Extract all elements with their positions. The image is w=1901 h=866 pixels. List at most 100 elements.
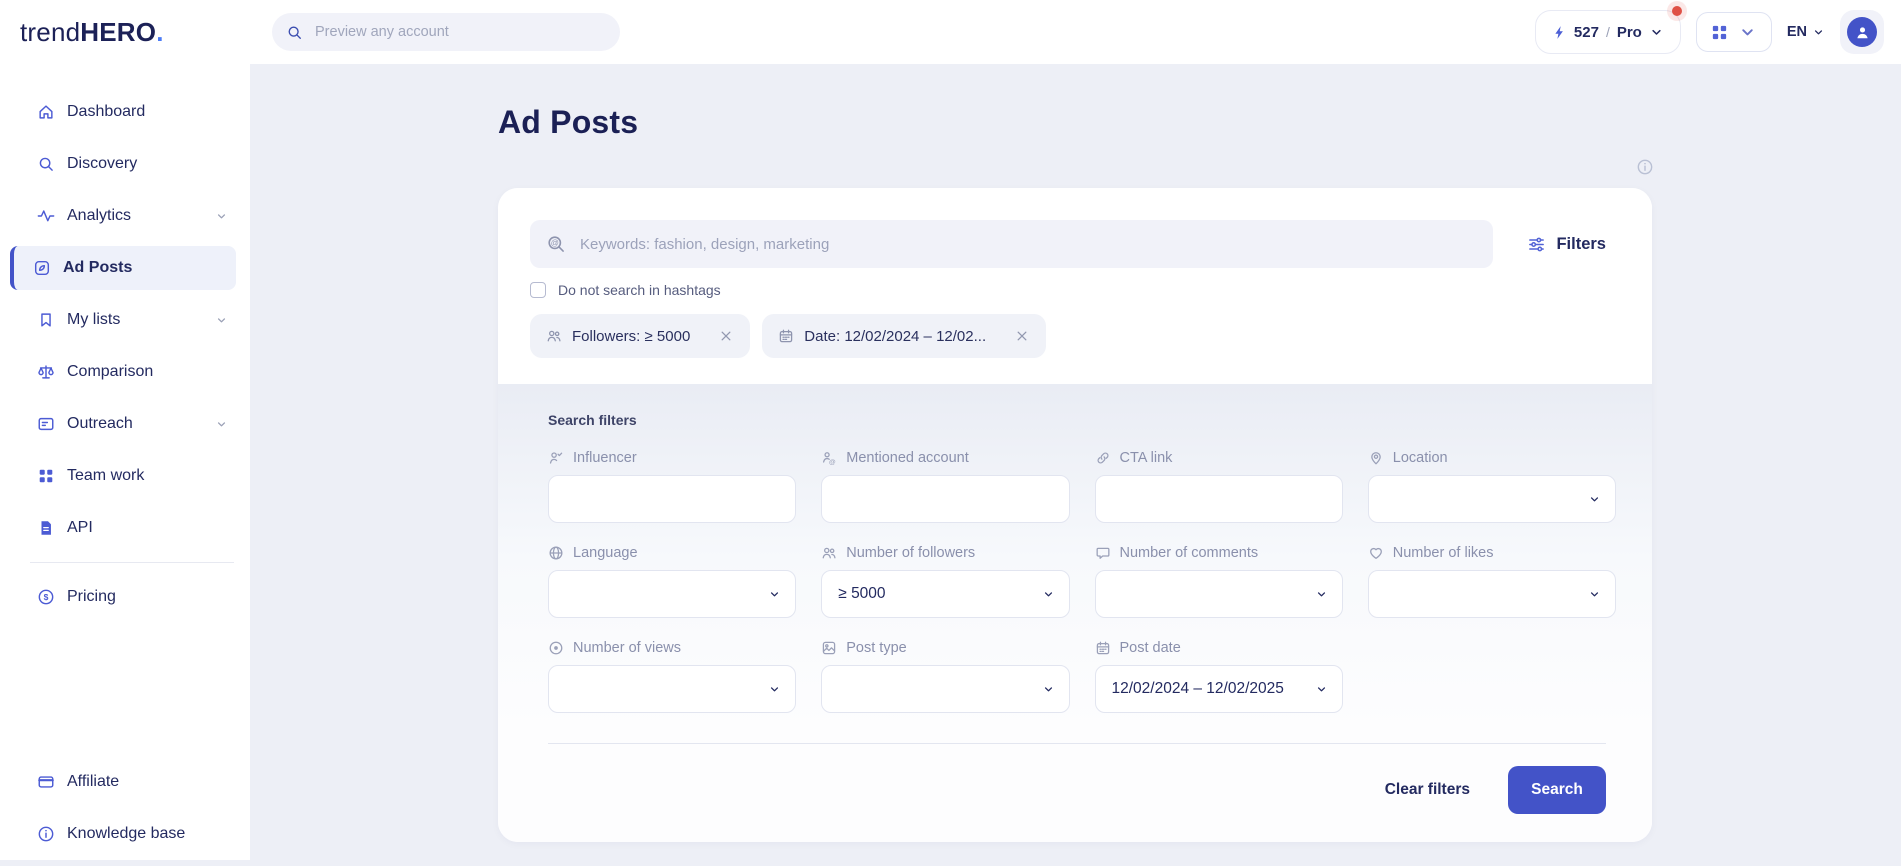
plan-name: Pro xyxy=(1617,24,1642,41)
remove-filter-icon[interactable] xyxy=(1014,328,1030,344)
calendar-icon xyxy=(778,328,794,344)
sidebar-item-label: Analytics xyxy=(67,207,131,225)
user-menu[interactable] xyxy=(1840,10,1884,54)
sidebar-item-pricing[interactable]: $Pricing xyxy=(10,575,236,619)
location-select[interactable] xyxy=(1368,475,1616,523)
outreach-icon xyxy=(37,415,55,433)
number-of-views-select[interactable] xyxy=(548,665,796,713)
chevron-down-icon xyxy=(1812,26,1825,39)
adposts-icon xyxy=(33,259,51,277)
keywords-input[interactable] xyxy=(578,235,1477,254)
filter-field-label: Post date xyxy=(1095,640,1343,656)
sidebar-item-label: Ad Posts xyxy=(63,259,132,277)
brand-logo-light: trend xyxy=(20,17,80,48)
filter-field-label: Number of comments xyxy=(1095,545,1343,561)
filter-field-label-text: Language xyxy=(573,545,638,561)
language-switcher[interactable]: EN xyxy=(1787,24,1825,40)
divider xyxy=(548,743,1606,744)
activity-icon xyxy=(37,207,55,225)
filter-field-number-of-followers: Number of followers≥ 5000 xyxy=(821,545,1069,618)
cta-link-input[interactable] xyxy=(1095,475,1343,523)
filter-field-post-type: Post type xyxy=(821,640,1069,713)
post-type-select[interactable] xyxy=(821,665,1069,713)
filter-field-number-of-likes: Number of likes xyxy=(1368,545,1616,618)
search-button[interactable]: Search xyxy=(1508,766,1606,814)
filter-field-label-text: Number of likes xyxy=(1393,545,1494,561)
sidebar-item-comparison[interactable]: Comparison xyxy=(10,350,236,394)
sidebar-item-outreach[interactable]: Outreach xyxy=(10,402,236,446)
account-search-input[interactable] xyxy=(313,23,606,41)
language-select[interactable] xyxy=(548,570,796,618)
sidebar-item-knowledge-base[interactable]: Knowledge base xyxy=(10,812,236,856)
filter-chip-label: Date: 12/02/2024 – 12/02... xyxy=(804,328,986,345)
sidebar-item-discovery[interactable]: Discovery xyxy=(10,142,236,186)
eye-icon xyxy=(548,640,564,656)
filter-field-label: CTA link xyxy=(1095,450,1343,466)
person-check-icon xyxy=(548,450,564,466)
home-icon xyxy=(37,103,55,121)
sidebar: trendHERO. Dashboard Discovery Analytics Ad… xyxy=(0,0,250,860)
filter-fields-grid: Influencer @Mentioned account CTA link Loca… xyxy=(548,450,1616,713)
filter-field-label-text: Post type xyxy=(846,640,906,656)
sidebar-nav: Dashboard Discovery Analytics Ad Posts My li… xyxy=(0,82,250,619)
filter-field-label: @Mentioned account xyxy=(821,450,1069,466)
search-icon xyxy=(286,24,303,41)
search-panel-top: @ Filters Do not search in hashtags Foll… xyxy=(498,188,1652,384)
number-of-followers-select[interactable]: ≥ 5000 xyxy=(821,570,1069,618)
remove-filter-icon[interactable] xyxy=(718,328,734,344)
sidebar-item-analytics[interactable]: Analytics xyxy=(10,194,236,238)
sidebar-item-affiliate[interactable]: Affiliate xyxy=(10,760,236,804)
hashtag-checkbox-row[interactable]: Do not search in hashtags xyxy=(530,282,721,298)
sidebar-item-label: Team work xyxy=(67,467,144,485)
filter-field-label: Influencer xyxy=(548,450,796,466)
sidebar-item-my-lists[interactable]: My lists xyxy=(10,298,236,342)
chevron-down-icon xyxy=(215,210,228,223)
chevron-down-icon xyxy=(1042,683,1055,696)
info-icon[interactable] xyxy=(1636,158,1654,176)
filter-field-label: Post type xyxy=(821,640,1069,656)
filter-field-number-of-comments: Number of comments xyxy=(1095,545,1343,618)
filter-chip-followers: Followers: ≥ 5000 xyxy=(530,314,750,358)
notification-dot xyxy=(1672,6,1682,16)
sidebar-item-label: Dashboard xyxy=(67,103,145,121)
post-date-select[interactable]: 12/02/2024 – 12/02/2025 xyxy=(1095,665,1343,713)
grid-icon xyxy=(37,467,55,485)
select-value: ≥ 5000 xyxy=(838,585,885,603)
chevron-down-icon xyxy=(1315,683,1328,696)
sidebar-item-label: My lists xyxy=(67,311,120,329)
sidebar-spacer xyxy=(0,619,250,752)
filters-button-label: Filters xyxy=(1556,235,1606,254)
file-icon xyxy=(37,519,55,537)
sidebar-item-api[interactable]: API xyxy=(10,506,236,550)
chevron-down-icon xyxy=(1588,588,1601,601)
filter-chip-label: Followers: ≥ 5000 xyxy=(572,328,690,345)
bookmark-icon xyxy=(37,311,55,329)
number-of-comments-select[interactable] xyxy=(1095,570,1343,618)
clear-filters-button[interactable]: Clear filters xyxy=(1379,780,1476,800)
apps-menu-button[interactable] xyxy=(1696,12,1772,52)
account-search[interactable] xyxy=(272,13,620,51)
svg-text:@: @ xyxy=(829,459,836,466)
chevron-down-icon xyxy=(768,683,781,696)
sidebar-item-label: Discovery xyxy=(67,155,137,173)
brand-logo-dot: . xyxy=(156,17,163,48)
brand-logo[interactable]: trendHERO. xyxy=(0,0,250,64)
sidebar-item-ad-posts[interactable]: Ad Posts xyxy=(10,246,236,290)
main-column: 527 / Pro EN Ad Posts xyxy=(250,0,1901,860)
influencer-input[interactable] xyxy=(548,475,796,523)
filters-button[interactable]: Filters xyxy=(1527,235,1616,254)
mentioned-account-input[interactable] xyxy=(821,475,1069,523)
filter-field-label-text: Number of views xyxy=(573,640,681,656)
chevron-down-icon xyxy=(215,418,228,431)
credits-plan-dropdown[interactable]: 527 / Pro xyxy=(1535,10,1681,54)
person-icon xyxy=(1854,24,1871,41)
number-of-likes-select[interactable] xyxy=(1368,570,1616,618)
keywords-search-field[interactable]: @ xyxy=(530,220,1493,268)
sidebar-item-team-work[interactable]: Team work xyxy=(10,454,236,498)
credits-separator: / xyxy=(1606,24,1610,40)
filter-field-location: Location xyxy=(1368,450,1616,523)
content: Ad Posts @ Filters Do not search in hash xyxy=(250,64,1901,860)
hashtag-checkbox-label: Do not search in hashtags xyxy=(558,282,721,298)
sidebar-item-dashboard[interactable]: Dashboard xyxy=(10,90,236,134)
hashtag-checkbox[interactable] xyxy=(530,282,546,298)
